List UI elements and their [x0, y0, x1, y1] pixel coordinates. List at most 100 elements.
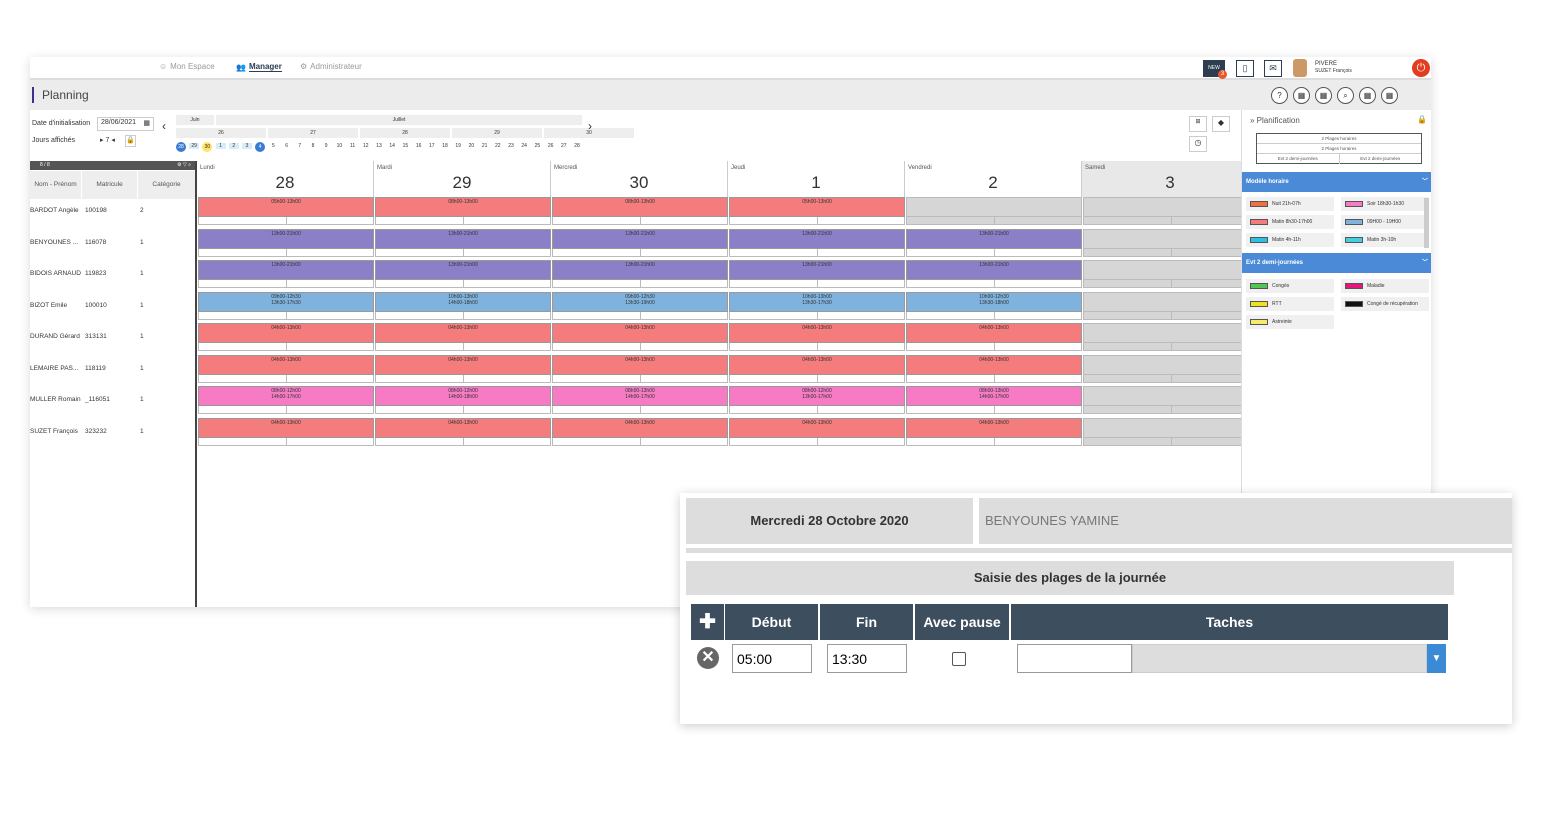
half-day-slot[interactable] — [1083, 280, 1259, 288]
minical-day[interactable]: 9 — [321, 143, 331, 149]
minical-day[interactable]: 20 — [466, 143, 476, 149]
half-day-slot[interactable] — [906, 374, 1082, 383]
taches-select[interactable] — [1132, 644, 1427, 673]
employee-name[interactable]: BARDOT Angèle — [30, 207, 79, 214]
minical-day[interactable]: 11 — [348, 143, 358, 149]
minical-day[interactable]: 8 — [308, 143, 318, 149]
grid-toggle-icon[interactable]: ⊞ — [1189, 116, 1207, 132]
half-day-slot[interactable] — [552, 311, 728, 320]
shift-cell[interactable]: 04h00-13h00 — [198, 323, 374, 343]
half-day-slot[interactable] — [375, 406, 551, 414]
calendar-icon[interactable]: ▦ — [143, 119, 150, 127]
shift-cell[interactable]: 10h00-13h00 13h30-17h30 — [729, 291, 905, 312]
contact-card-icon[interactable]: ▯ — [1236, 60, 1254, 77]
minical-day[interactable]: 5 — [268, 143, 278, 149]
minical-day[interactable]: 30 — [202, 142, 213, 152]
filter-icons[interactable]: ⚙ ▽ ⌕ — [177, 161, 191, 170]
shift-cell[interactable]: 05h00-13h00 — [198, 197, 374, 217]
half-day-slot[interactable] — [906, 437, 1082, 446]
legend-item[interactable]: Astreinte — [1246, 315, 1334, 329]
day-header[interactable]: Mardi 29 — [374, 161, 551, 197]
half-day-slot[interactable] — [552, 406, 728, 414]
minical-day[interactable]: 14 — [387, 143, 397, 149]
half-day-slot[interactable] — [906, 311, 1082, 320]
shift-cell[interactable]: 13h00-21h00 — [906, 228, 1082, 249]
employee-name[interactable]: MULLER Romain — [30, 396, 81, 403]
half-day-slot[interactable] — [729, 406, 905, 414]
half-day-slot[interactable] — [552, 280, 728, 288]
half-day-slot[interactable] — [198, 374, 374, 383]
day-header[interactable]: Mercredi 30 — [551, 161, 728, 197]
half-day-slot[interactable] — [375, 311, 551, 320]
minical-day[interactable]: 26 — [546, 143, 556, 149]
shift-cell[interactable]: 04h00-13h00 — [906, 354, 1082, 375]
legend-item[interactable]: Maladie — [1341, 279, 1429, 293]
shift-cell[interactable]: 13h00-21h00 — [729, 228, 905, 249]
shift-cell[interactable]: 13h00-21h00 — [375, 260, 551, 280]
half-day-slot[interactable] — [1083, 311, 1259, 320]
minical-day[interactable]: 29 — [189, 143, 200, 149]
half-day-slot[interactable] — [729, 311, 905, 320]
news-icon[interactable]: NEW 3 — [1203, 60, 1227, 79]
shift-cell[interactable]: 04h00-13h00 — [729, 417, 905, 438]
shift-cell[interactable]: 04h00-13h00 — [906, 323, 1082, 343]
minical-day[interactable]: 18 — [440, 143, 450, 149]
minical-day[interactable]: 15 — [400, 143, 410, 149]
legend-item[interactable]: Matin 3h-10h — [1341, 233, 1429, 247]
shift-cell[interactable]: 13h00-21h00 — [552, 228, 728, 249]
next-arrow-icon[interactable]: › — [588, 119, 592, 133]
half-day-slot[interactable] — [729, 437, 905, 446]
day-header[interactable]: Vendredi 2 — [905, 161, 1082, 197]
employee-name[interactable]: SUZET François — [30, 428, 78, 435]
empty-cell[interactable] — [1083, 354, 1259, 375]
minical-day[interactable]: 10 — [334, 143, 344, 149]
shift-cell[interactable]: 04h00-13h00 — [375, 323, 551, 343]
modele-horaire-header[interactable]: Modèle horaire ﹀ — [1242, 172, 1431, 192]
half-day-slot[interactable] — [375, 343, 551, 351]
help-icon[interactable]: ? — [1271, 87, 1288, 104]
half-day-slot[interactable] — [1083, 406, 1259, 414]
half-day-slot[interactable] — [375, 374, 551, 383]
half-day-slot[interactable] — [729, 343, 905, 351]
legend-item[interactable]: 09H00 - 19H00 — [1341, 215, 1429, 229]
nav-manager[interactable]: 👥 Manager — [236, 62, 282, 72]
half-day-slot[interactable] — [906, 217, 1082, 225]
half-day-slot[interactable] — [198, 406, 374, 414]
legend-item[interactable]: Matin 8h30-17h00 — [1246, 215, 1334, 229]
shift-cell[interactable]: 04h00-13h00 — [552, 417, 728, 438]
half-day-slot[interactable] — [552, 374, 728, 383]
search-icon[interactable]: ⌕ — [1337, 87, 1354, 104]
legend-item[interactable]: Congé de récupération — [1341, 297, 1429, 311]
evt-header[interactable]: Evt 2 demi-journées ﹀ — [1242, 253, 1431, 273]
half-day-slot[interactable] — [1083, 217, 1259, 225]
shift-cell[interactable]: 04h00-13h00 — [198, 354, 374, 375]
minical-day[interactable]: 19 — [453, 143, 463, 149]
legend-item[interactable]: Soir 18h30-1h30 — [1341, 197, 1429, 211]
avatar[interactable] — [1293, 59, 1307, 77]
legend-item[interactable]: Matin 4h-11h — [1246, 233, 1334, 247]
half-day-slot[interactable] — [552, 248, 728, 257]
half-day-slot[interactable] — [906, 406, 1082, 414]
half-day-slot[interactable] — [906, 248, 1082, 257]
taches-input[interactable] — [1017, 644, 1132, 673]
half-day-slot[interactable] — [198, 280, 374, 288]
minical-day[interactable]: 22 — [493, 143, 503, 149]
pause-checkbox[interactable] — [952, 652, 966, 666]
legend-item[interactable]: RTT — [1246, 297, 1334, 311]
empty-cell[interactable] — [1083, 417, 1259, 438]
shift-cell[interactable]: 08h00-12h00 14h00-18h00 — [375, 386, 551, 406]
half-day-slot[interactable] — [906, 343, 1082, 351]
shift-cell[interactable]: 04h00-13h00 — [906, 417, 1082, 438]
add-row-icon[interactable]: ✚ — [691, 604, 724, 640]
empty-cell[interactable] — [1083, 228, 1259, 249]
empty-cell[interactable] — [1083, 323, 1259, 343]
minical-day[interactable]: 21 — [480, 143, 490, 149]
minical-day[interactable]: 13 — [374, 143, 384, 149]
shift-cell[interactable]: 09h00-12h30 13h30-17h30 — [198, 291, 374, 312]
shift-cell[interactable]: 13h00-21h00 — [198, 260, 374, 280]
calendar-edit-icon[interactable]: ▦ — [1315, 87, 1332, 104]
shift-cell[interactable]: 08h00-13h00 — [552, 197, 728, 217]
shift-cell[interactable]: 08h00-12h00 14h00-17h00 — [198, 386, 374, 406]
day-header[interactable]: Samedi 3 — [1082, 161, 1259, 197]
half-day-slot[interactable] — [198, 248, 374, 257]
